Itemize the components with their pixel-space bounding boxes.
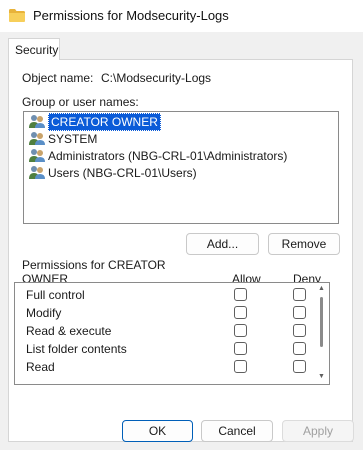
group-names-label: Group or user names: [22, 95, 139, 109]
group-list-item[interactable]: CREATOR OWNER [26, 112, 336, 131]
add-button[interactable]: Add... [186, 233, 259, 255]
group-list-item[interactable]: Administrators (NBG-CRL-01\Administrator… [26, 147, 336, 164]
folder-icon [9, 9, 25, 22]
allow-checkbox[interactable] [234, 306, 247, 319]
permission-name: Modify [26, 306, 62, 320]
permission-name: Read [26, 360, 55, 374]
users-icon [28, 148, 46, 163]
apply-button[interactable]: Apply [282, 420, 354, 442]
permission-name: Read & execute [26, 324, 112, 338]
deny-checkbox[interactable] [293, 306, 306, 319]
group-list-item-label: Users (NBG-CRL-01\Users) [48, 165, 197, 180]
cancel-button[interactable]: Cancel [201, 420, 273, 442]
deny-checkbox[interactable] [293, 288, 306, 301]
remove-button[interactable]: Remove [268, 233, 340, 255]
scroll-up-icon[interactable]: ▲ [318, 285, 325, 292]
permission-row: Read [15, 358, 315, 376]
object-name-label: Object name: [22, 71, 94, 85]
group-list-item[interactable]: Users (NBG-CRL-01\Users) [26, 164, 336, 181]
users-icon [28, 131, 46, 146]
scroll-down-icon[interactable]: ▼ [318, 373, 325, 380]
title-bar: Permissions for Modsecurity-Logs [0, 0, 363, 32]
permission-row: Read & execute [15, 322, 315, 340]
deny-checkbox[interactable] [293, 360, 306, 373]
group-list-item-label: SYSTEM [48, 131, 98, 146]
permissions-table: ▲ ▼ Full control Modify Read & execute List… [14, 282, 330, 385]
users-icon [28, 165, 46, 180]
dialog-body: Security Object name: C:\Modsecurity-Log… [0, 32, 363, 450]
allow-checkbox[interactable] [234, 324, 247, 337]
deny-checkbox[interactable] [293, 324, 306, 337]
scroll-thumb[interactable] [320, 297, 323, 347]
permission-row: List folder contents [15, 340, 315, 358]
permissions-scrollbar[interactable]: ▲ ▼ [315, 283, 329, 384]
window-title: Permissions for Modsecurity-Logs [33, 8, 229, 23]
ok-button[interactable]: OK [122, 420, 193, 442]
deny-checkbox[interactable] [293, 342, 306, 355]
permission-name: Full control [26, 288, 85, 302]
group-list-item-label: Administrators (NBG-CRL-01\Administrator… [48, 148, 288, 163]
group-list-item-label: CREATOR OWNER [48, 112, 161, 131]
group-list-item[interactable]: SYSTEM [26, 130, 336, 147]
permission-row: Full control [15, 286, 315, 304]
allow-checkbox[interactable] [234, 360, 247, 373]
tab-security[interactable]: Security [8, 38, 60, 60]
permission-name: List folder contents [26, 342, 127, 356]
object-name-value: C:\Modsecurity-Logs [101, 71, 212, 85]
permissions-heading-line1: Permissions for CREATOR [22, 258, 166, 272]
permission-row: Modify [15, 304, 315, 322]
allow-checkbox[interactable] [234, 342, 247, 355]
group-user-listbox[interactable]: CREATOR OWNER SYSTEM Administrators (NBG-C… [23, 111, 339, 224]
users-icon [28, 114, 46, 129]
allow-checkbox[interactable] [234, 288, 247, 301]
